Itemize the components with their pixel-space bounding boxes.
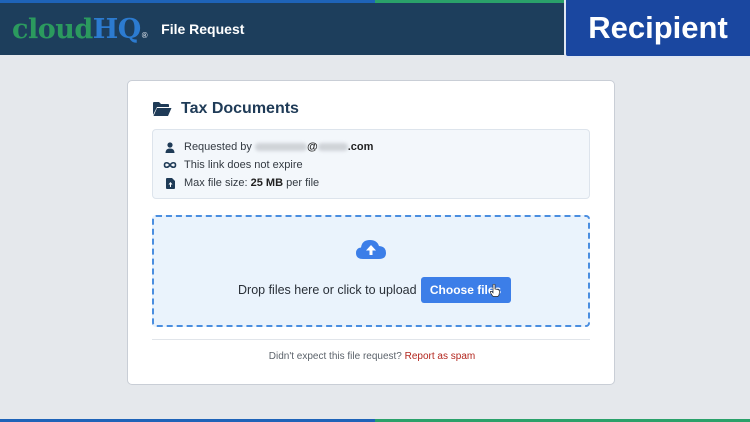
app-title: File Request [161, 21, 245, 37]
request-info-panel: Requested by @ .com This link does not e… [152, 129, 590, 199]
report-spam-link[interactable]: Report as spam [405, 351, 476, 362]
upload-row: Drop files here or click to upload Choos… [238, 277, 511, 303]
link-expiry-text: This link does not expire [184, 159, 303, 171]
max-size-label: Max file size: [184, 177, 248, 189]
infinity-icon [162, 161, 178, 169]
logo-cloud-text: cloud [12, 13, 93, 45]
file-upload-icon [162, 177, 178, 189]
requested-by-row: Requested by @ .com [153, 138, 589, 156]
max-size-value: 25 MB [250, 177, 284, 189]
email-at-sign: @ [306, 141, 318, 153]
requested-by-label: Requested by [184, 141, 252, 153]
link-expiry-row: This link does not expire [153, 156, 589, 174]
max-size-row: Max file size: 25 MB per file [153, 174, 589, 192]
unexpected-request-text: Didn't expect this file request? [268, 351, 402, 362]
user-icon [162, 141, 178, 153]
email-suffix: .com [347, 141, 374, 153]
hand-cursor-icon [489, 284, 500, 297]
registered-mark: ® [141, 30, 148, 40]
spam-report-footer: Didn't expect this file request? Report … [128, 351, 616, 362]
redacted-email-domain [317, 143, 348, 151]
file-request-card: Tax Documents Requested by @ .com This l… [127, 80, 615, 385]
logo-hq-text: HQ [92, 13, 142, 45]
cloudhq-logo[interactable]: cloud HQ ® [12, 13, 148, 45]
app-frame: cloud HQ ® File Request Recipient Tax Docu… [0, 0, 750, 422]
max-size-suffix: per file [286, 177, 320, 189]
drop-files-text: Drop files here or click to upload [238, 283, 417, 297]
cloud-upload-icon [356, 240, 386, 259]
request-title-text: Tax Documents [181, 100, 299, 117]
choose-files-button[interactable]: Choose files [420, 277, 511, 303]
request-title: Tax Documents [152, 100, 299, 118]
upload-dropzone[interactable]: Drop files here or click to upload Choos… [152, 215, 590, 327]
footer-divider [152, 339, 590, 340]
redacted-email-user [254, 143, 307, 151]
folder-open-icon [153, 102, 172, 116]
recipient-badge: Recipient [564, 0, 750, 58]
